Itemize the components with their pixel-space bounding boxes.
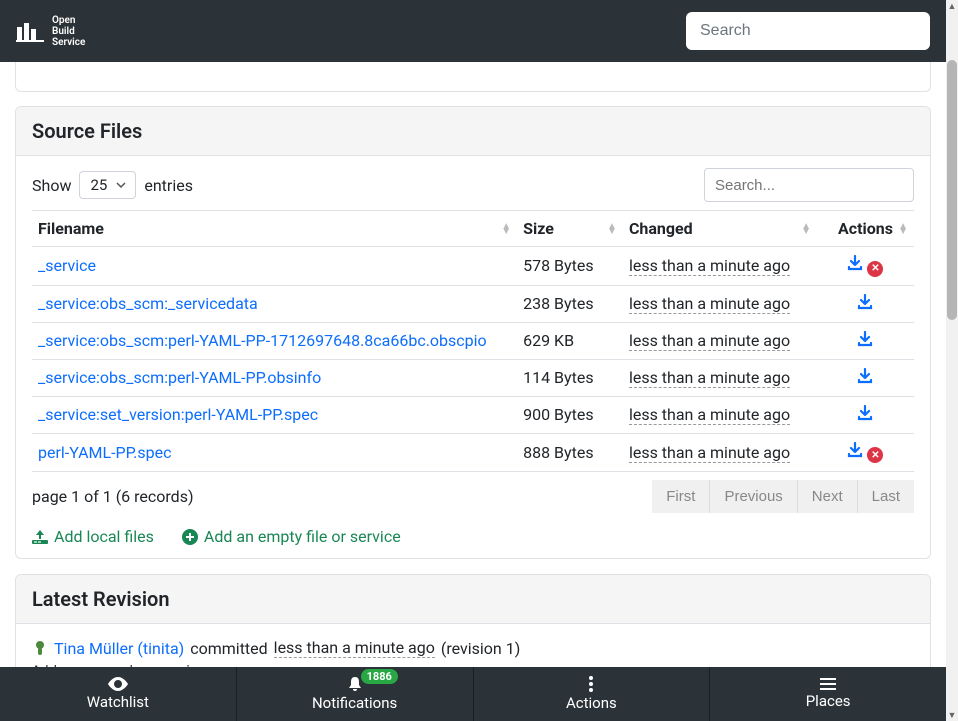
nav-places[interactable]: Places [710,667,946,721]
previous-card-tail [15,62,931,92]
scrollbar-thumb[interactable] [947,60,957,320]
nav-actions[interactable]: Actions [474,667,711,721]
file-link[interactable]: _service:obs_scm:_servicedata [38,294,258,313]
sort-icon: ▲▼ [501,224,511,234]
download-icon[interactable] [847,255,863,271]
sort-icon: ▲▼ [801,224,811,234]
notifications-badge: 1886 [361,669,398,684]
brand-text: Open Build Service [52,15,85,48]
file-changed: less than a minute ago [629,443,790,463]
committed-label: committed [190,639,267,658]
col-size[interactable]: Size▲▼ [517,211,623,247]
page-size-select[interactable]: 25 [79,171,136,199]
pager-next[interactable]: Next [797,480,857,513]
nav-notifications[interactable]: 1886 Notifications [237,667,474,721]
col-changed[interactable]: Changed▲▼ [623,211,817,247]
file-link[interactable]: _service [38,256,96,275]
scroll-up-arrow[interactable]: ▲ [946,0,958,12]
nav-watchlist-label: Watchlist [87,693,149,711]
download-icon[interactable] [847,442,863,458]
latest-revision-card: Latest Revision Tina Müller (tinita) com… [15,574,931,667]
file-changed: less than a minute ago [629,331,790,351]
table-row: _service:obs_scm:perl-YAML-PP.obsinfo 114… [32,359,914,396]
pager-previous[interactable]: Previous [709,480,796,513]
nav-notifications-label: Notifications [312,694,397,712]
file-size: 900 Bytes [517,396,623,433]
nav-actions-label: Actions [566,694,617,712]
revision-line: Tina Müller (tinita) committed less than… [32,638,914,658]
global-search-input[interactable] [686,12,930,50]
file-size: 114 Bytes [517,359,623,396]
bottom-nav: Watchlist 1886 Notifications Actions Pla… [0,667,946,721]
file-size: 578 Bytes [517,247,623,286]
download-icon[interactable] [857,331,873,347]
latest-revision-header: Latest Revision [16,575,930,624]
plus-circle-icon [182,529,198,545]
source-files-header: Source Files [16,107,930,156]
table-filter-input[interactable] [704,168,914,202]
dots-vertical-icon [588,676,594,692]
file-size: 888 Bytes [517,433,623,472]
nav-watchlist[interactable]: Watchlist [0,667,237,721]
latest-revision-title: Latest Revision [32,587,914,611]
page-size-value: 25 [90,176,107,194]
download-icon[interactable] [857,368,873,384]
col-filename[interactable]: Filename▲▼ [32,211,517,247]
upload-icon [32,530,48,544]
table-row: _service 578 Bytes less than a minute ago ✕ [32,247,914,286]
file-link[interactable]: _service:set_version:perl-YAML-PP.spec [38,405,318,424]
revision-time: less than a minute ago [274,638,435,658]
file-changed: less than a minute ago [629,405,790,425]
file-changed: less than a minute ago [629,368,790,388]
chevron-down-icon [115,179,127,191]
col-actions[interactable]: Actions▲▼ [817,211,914,247]
file-size: 238 Bytes [517,285,623,322]
scroll-down-arrow[interactable]: ▼ [946,709,958,721]
source-files-card: Source Files Show 25 entries [15,106,931,559]
add-empty-file-label: Add an empty file or service [204,527,401,546]
show-label: Show [32,176,71,195]
file-changed: less than a minute ago [629,294,790,314]
add-empty-file-link[interactable]: Add an empty file or service [182,527,401,546]
eye-icon [108,677,128,691]
brand-logo[interactable]: Open Build Service [16,15,85,48]
file-link[interactable]: _service:obs_scm:perl-YAML-PP.obsinfo [38,368,321,387]
topbar: Open Build Service [0,0,946,62]
entries-label: entries [144,176,193,195]
nav-places-label: Places [806,692,851,710]
revision-user-link[interactable]: Tina Müller (tinita) [54,639,184,658]
sort-icon: ▲▼ [898,224,908,234]
file-changed: less than a minute ago [629,256,790,276]
download-icon[interactable] [857,405,873,421]
delete-icon[interactable]: ✕ [867,261,883,277]
pager-first[interactable]: First [652,480,709,513]
menu-icon [820,678,836,690]
file-link[interactable]: perl-YAML-PP.spec [38,443,172,462]
sort-icon: ▲▼ [607,224,617,234]
add-local-files-link[interactable]: Add local files [32,527,154,546]
file-link[interactable]: _service:obs_scm:perl-YAML-PP-1712697648… [38,331,487,350]
pager-last[interactable]: Last [857,480,914,513]
source-files-title: Source Files [32,119,914,143]
delete-icon[interactable]: ✕ [867,447,883,463]
page-size-control: Show 25 entries [32,171,193,199]
file-size: 629 KB [517,322,623,359]
download-icon[interactable] [857,294,873,310]
add-local-files-label: Add local files [54,527,154,546]
table-row: _service:set_version:perl-YAML-PP.spec 90… [32,396,914,433]
user-avatar-icon [32,640,48,656]
obs-logo-icon [16,19,44,43]
revision-number: (revision 1) [441,639,520,658]
source-files-table: Filename▲▼ Size▲▼ Changed▲▼ Actions▲▼ _s… [32,210,914,472]
table-row: perl-YAML-PP.spec 888 Bytes less than a mi… [32,433,914,472]
table-row: _service:obs_scm:_servicedata 238 Bytes le… [32,285,914,322]
pager: First Previous Next Last [652,480,914,513]
vertical-scrollbar[interactable]: ▲ ▼ [946,0,958,721]
table-row: _service:obs_scm:perl-YAML-PP-1712697648… [32,322,914,359]
pagination-info: page 1 of 1 (6 records) [32,487,194,506]
